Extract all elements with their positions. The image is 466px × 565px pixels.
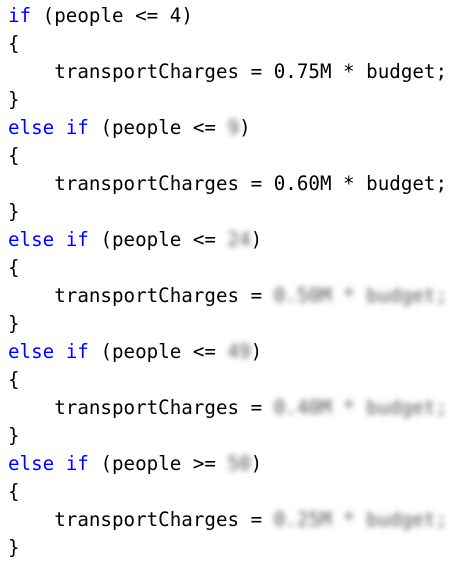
assignment-line: transportCharges = 0.75M * budget; (8, 58, 466, 86)
threshold-value: 4 (169, 4, 182, 27)
brace: { (8, 32, 20, 55)
paren: ) (181, 4, 193, 27)
condition-line: else if (people >= 50) (8, 450, 466, 478)
operator: <= (135, 4, 159, 27)
brace: } (8, 200, 20, 223)
threshold-value: 9 (227, 116, 240, 139)
open-brace-line: { (8, 478, 466, 506)
paren: ) (250, 452, 263, 475)
variable: people (112, 340, 182, 363)
variable: people (112, 228, 182, 251)
assign-operator: = (250, 60, 263, 83)
brace: { (8, 144, 20, 167)
assign-operator: = (250, 396, 263, 419)
open-brace-line: { (8, 30, 466, 58)
assignment-expression: 0.60M * budget; (273, 172, 448, 195)
open-brace-line: { (8, 142, 466, 170)
variable: people (54, 4, 124, 27)
assignment-target: transportCharges (54, 508, 240, 531)
open-brace-line: { (8, 366, 466, 394)
paren: ) (239, 116, 251, 139)
paren: ( (42, 4, 55, 27)
operator: <= (192, 228, 216, 251)
assignment-expression: 0.25M * budget; (273, 508, 448, 531)
brace: { (8, 368, 20, 391)
operator: <= (192, 116, 216, 139)
keyword: if (8, 4, 32, 27)
paren: ( (100, 228, 112, 251)
assignment-target: transportCharges (54, 172, 240, 195)
brace: { (8, 256, 20, 279)
variable: people (112, 116, 182, 139)
operator: <= (192, 340, 216, 363)
assignment-expression: 0.75M * budget; (273, 60, 448, 83)
close-brace-line: } (8, 198, 466, 226)
assignment-line: transportCharges = 0.40M * budget; (8, 394, 466, 422)
paren: ( (100, 452, 112, 475)
paren: ( (100, 116, 112, 139)
paren: ) (250, 340, 263, 363)
condition-line: else if (people <= 9) (8, 114, 466, 142)
condition-line: else if (people <= 49) (8, 338, 466, 366)
assignment-target: transportCharges (54, 396, 240, 419)
assign-operator: = (250, 508, 263, 531)
assignment-line: transportCharges = 0.25M * budget; (8, 506, 466, 534)
brace: } (8, 312, 20, 335)
keyword: else if (8, 116, 89, 139)
operator: >= (192, 452, 216, 475)
variable: people (112, 452, 182, 475)
assignment-target: transportCharges (54, 284, 240, 307)
assignment-line: transportCharges = 0.50M * budget; (8, 282, 466, 310)
assignment-target: transportCharges (54, 60, 240, 83)
assignment-line: transportCharges = 0.60M * budget; (8, 170, 466, 198)
code-editor: if (people <= 4){ transportCharges = 0.7… (0, 0, 466, 562)
close-brace-line: } (8, 86, 466, 114)
open-brace-line: { (8, 254, 466, 282)
assignment-expression: 0.40M * budget; (273, 396, 448, 419)
assign-operator: = (250, 284, 263, 307)
close-brace-line: } (8, 310, 466, 338)
brace: } (8, 536, 20, 559)
brace: } (8, 424, 20, 447)
threshold-value: 24 (227, 228, 251, 251)
keyword: else if (8, 340, 89, 363)
paren: ) (250, 228, 263, 251)
brace: } (8, 88, 20, 111)
assign-operator: = (250, 172, 263, 195)
keyword: else if (8, 228, 89, 251)
paren: ( (100, 340, 112, 363)
keyword: else if (8, 452, 89, 475)
close-brace-line: } (8, 422, 466, 450)
threshold-value: 50 (227, 452, 251, 475)
brace: { (8, 480, 20, 503)
threshold-value: 49 (227, 340, 251, 363)
assignment-expression: 0.50M * budget; (273, 284, 448, 307)
close-brace-line: } (8, 534, 466, 562)
condition-line: if (people <= 4) (8, 2, 466, 30)
condition-line: else if (people <= 24) (8, 226, 466, 254)
